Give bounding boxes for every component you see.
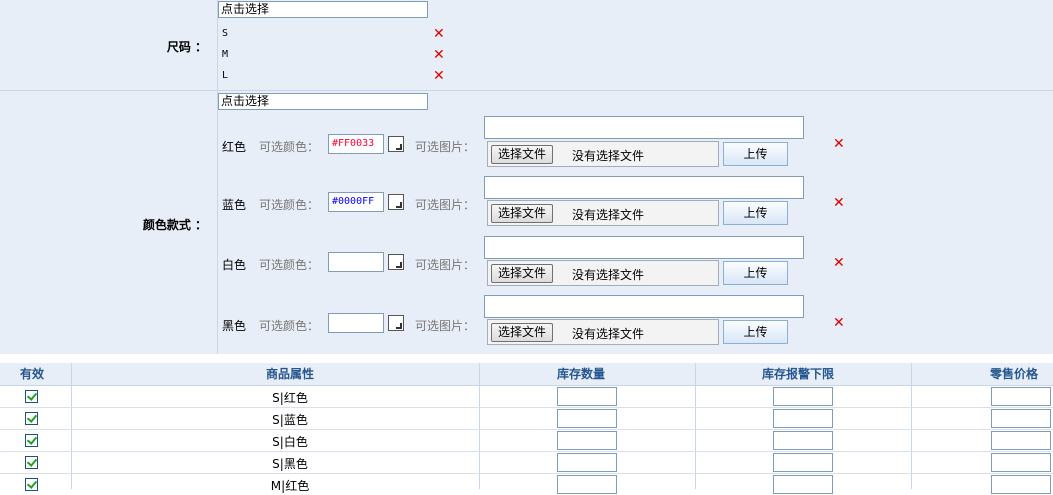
size-section: 尺码 ： 点击选择 S ✕ M ✕ L ✕	[0, 0, 1053, 91]
image-path-input[interactable]	[484, 236, 804, 259]
image-option-label: 可选图片：	[415, 258, 476, 272]
image-option-label: 可选图片：	[415, 319, 476, 333]
no-file-text: 没有选择文件	[572, 327, 645, 341]
hex-color-input[interactable]	[328, 313, 384, 333]
hex-color-input[interactable]	[328, 252, 384, 272]
color-select-input[interactable]: 点击选择	[218, 93, 428, 110]
attribute-cell: S|红色	[272, 391, 308, 405]
color-picker-icon[interactable]	[388, 194, 404, 210]
size-item-m: M	[222, 49, 229, 60]
image-path-input[interactable]	[484, 295, 804, 318]
hex-color-input[interactable]: #0000FF	[328, 192, 384, 212]
image-option-label: 可选图片：	[415, 198, 476, 212]
no-file-text: 没有选择文件	[572, 208, 645, 222]
upload-button[interactable]: 上传	[723, 142, 788, 166]
stock-input[interactable]	[557, 453, 617, 472]
no-file-text: 没有选择文件	[572, 268, 645, 282]
stock-input[interactable]	[557, 475, 617, 494]
stock-alert-input[interactable]	[773, 409, 833, 428]
price-input[interactable]	[991, 475, 1051, 494]
attribute-cell: S|白色	[272, 435, 308, 449]
file-input[interactable]: 选择文件 没有选择文件	[487, 200, 719, 226]
no-file-text: 没有选择文件	[572, 149, 645, 163]
table-row: M|红色	[0, 474, 1053, 495]
table-row: S|红色	[0, 386, 1053, 408]
delete-color-icon[interactable]: ✕	[833, 256, 845, 270]
color-name: 黑色	[222, 319, 247, 333]
color-section: 颜色款式 ： 点击选择 红色 可选颜色： #FF0033 可选图片： 选择文件 …	[0, 91, 1053, 354]
stock-alert-input[interactable]	[773, 453, 833, 472]
delete-size-s-icon[interactable]: ✕	[433, 27, 445, 41]
color-picker-icon[interactable]	[388, 254, 404, 270]
upload-button[interactable]: 上传	[723, 320, 788, 344]
color-row-red: 红色 可选颜色： #FF0033 可选图片： 选择文件 没有选择文件 上传 ✕	[0, 116, 1053, 174]
header-attribute: 商品属性	[265, 367, 314, 381]
file-input[interactable]: 选择文件 没有选择文件	[487, 260, 719, 286]
table-row: S|黑色	[0, 452, 1053, 474]
attribute-cell: S|黑色	[272, 457, 308, 471]
price-input[interactable]	[991, 453, 1051, 472]
color-name: 白色	[222, 258, 247, 272]
upload-button[interactable]: 上传	[723, 261, 788, 285]
color-row-white: 白色 可选颜色： 可选图片： 选择文件 没有选择文件 上传 ✕	[0, 236, 1053, 294]
color-picker-icon[interactable]	[388, 136, 404, 152]
image-path-input[interactable]	[484, 176, 804, 199]
delete-color-icon[interactable]: ✕	[833, 316, 845, 330]
grid-header: 有效 商品属性 库存数量 库存报警下限 零售价格	[0, 363, 1053, 386]
choose-file-button[interactable]: 选择文件	[491, 145, 554, 164]
color-option-label: 可选颜色：	[259, 258, 320, 272]
header-price: 零售价格	[990, 367, 1039, 381]
color-option-label: 可选颜色：	[259, 319, 320, 333]
price-input[interactable]	[991, 409, 1051, 428]
size-label: 尺码 ：	[166, 40, 207, 54]
color-row-blue: 蓝色 可选颜色： #0000FF 可选图片： 选择文件 没有选择文件 上传 ✕	[0, 176, 1053, 234]
color-name: 蓝色	[222, 198, 247, 212]
size-item-s: S	[222, 28, 229, 39]
table-row: S|白色	[0, 430, 1053, 452]
upload-button[interactable]: 上传	[723, 201, 788, 225]
stock-alert-input[interactable]	[773, 431, 833, 450]
stock-alert-input[interactable]	[773, 475, 833, 494]
delete-color-icon[interactable]: ✕	[833, 137, 845, 151]
color-name: 红色	[222, 140, 247, 154]
stock-input[interactable]	[557, 431, 617, 450]
attribute-cell: S|蓝色	[272, 413, 308, 427]
delete-color-icon[interactable]: ✕	[833, 196, 845, 210]
table-row: S|蓝色	[0, 408, 1053, 430]
image-path-input[interactable]	[484, 116, 804, 139]
price-input[interactable]	[991, 431, 1051, 450]
image-option-label: 可选图片：	[415, 140, 476, 154]
header-stock: 库存数量	[557, 367, 606, 381]
price-input[interactable]	[991, 387, 1051, 406]
color-picker-icon[interactable]	[388, 315, 404, 331]
stock-input[interactable]	[557, 387, 617, 406]
size-select-input[interactable]: 点击选择	[218, 1, 428, 18]
choose-file-button[interactable]: 选择文件	[491, 323, 554, 342]
file-input[interactable]: 选择文件 没有选择文件	[487, 141, 719, 167]
hex-color-input[interactable]: #FF0033	[328, 134, 384, 154]
stock-input[interactable]	[557, 409, 617, 428]
color-option-label: 可选颜色：	[259, 198, 320, 212]
stock-alert-input[interactable]	[773, 387, 833, 406]
choose-file-button[interactable]: 选择文件	[491, 264, 554, 283]
delete-size-l-icon[interactable]: ✕	[433, 69, 445, 83]
size-label-column: 尺码 ：	[0, 0, 218, 90]
attribute-cell: M|红色	[270, 479, 310, 493]
color-row-black: 黑色 可选颜色： 可选图片： 选择文件 没有选择文件 上传 ✕	[0, 295, 1053, 353]
choose-file-button[interactable]: 选择文件	[491, 204, 554, 223]
size-item-l: L	[222, 70, 229, 81]
color-option-label: 可选颜色：	[259, 140, 320, 154]
file-input[interactable]: 选择文件 没有选择文件	[487, 319, 719, 345]
delete-size-m-icon[interactable]: ✕	[433, 48, 445, 62]
header-stock-alert: 库存报警下限	[762, 367, 835, 381]
